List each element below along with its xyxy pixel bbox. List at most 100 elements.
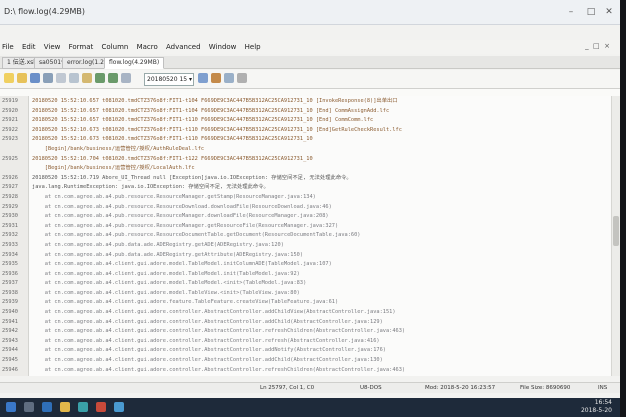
log-line[interactable]: 25941 at cn.com.agree.ab.a4.client.gui.a… [0, 318, 612, 328]
line-text: java.lang.RuntimeException: java.io.IOEx… [32, 184, 269, 191]
log-line[interactable]: 25932 at cn.com.agree.ab.a4.pub.resource… [0, 231, 612, 241]
find-icon[interactable] [121, 73, 131, 83]
cursor-position: Ln 25797, Col 1, C0 [260, 385, 315, 391]
line-number: 25936 [2, 270, 18, 277]
log-line[interactable]: 25925 20180520 15:52:10.704 t081020.tmdCT… [0, 155, 612, 165]
line-number: 25946 [2, 366, 18, 373]
line-text: [Begin]/bank/business/运营管控/授权/LocalAuth.… [32, 165, 195, 172]
messenger-icon[interactable] [114, 402, 124, 412]
print-icon[interactable] [43, 73, 53, 83]
monitor-bezel [620, 0, 626, 417]
desktop-screen: D:\ flow.log(4.29MB) – □ ✕ File Edit Vie… [0, 0, 620, 398]
start-icon[interactable] [6, 402, 16, 412]
close-button[interactable]: ✕ [600, 0, 618, 24]
new-file-icon[interactable] [4, 73, 14, 83]
browser-icon[interactable] [42, 402, 52, 412]
line-text: at cn.com.agree.ab.a4.pub.resource.Resou… [32, 213, 329, 220]
column-mode-icon[interactable] [211, 73, 221, 83]
line-text: at cn.com.agree.ab.a4.client.gui.adore.c… [32, 347, 386, 354]
line-text: at cn.com.agree.ab.a4.client.gui.adore.m… [32, 270, 300, 277]
line-text: 20180520 15:52:10.657 t081020.tmdCTZ376o… [32, 107, 390, 114]
log-line[interactable]: 25944 at cn.com.agree.ab.a4.client.gui.a… [0, 346, 612, 356]
line-text: 20180520 15:52:10.673 t081020.tmdCTZ376o… [32, 126, 402, 133]
text-editor[interactable]: 25919 20180520 15:52:10.657 t081020.tmdCT… [0, 96, 612, 376]
log-line[interactable]: 25938 at cn.com.agree.ab.a4.client.gui.a… [0, 289, 612, 299]
date-combo[interactable]: 20180520 15 ▾ [144, 73, 194, 86]
log-line[interactable]: 25936 at cn.com.agree.ab.a4.client.gui.a… [0, 270, 612, 280]
open-folder-icon[interactable] [17, 73, 27, 83]
editor-lines: 25919 20180520 15:52:10.657 t081020.tmdCT… [0, 97, 612, 376]
log-line[interactable]: 25928 at cn.com.agree.ab.a4.pub.resource… [0, 193, 612, 203]
minimize-button[interactable]: – [562, 0, 580, 24]
menu-format[interactable]: Format [69, 43, 94, 51]
log-line[interactable]: [Begin]/bank/business/运营管控/授权/LocalAuth.… [0, 164, 612, 174]
log-line[interactable]: 25926 20180520 15:52:10.719 Abore_UI_Thre… [0, 174, 612, 184]
insert-mode: INS [598, 385, 608, 391]
line-number: 25930 [2, 213, 18, 220]
log-line[interactable]: 25947 at cn.com.agree.ab.a4.client.gui.a… [0, 375, 612, 376]
menu-macro[interactable]: Macro [137, 43, 158, 51]
log-line[interactable]: 25923 20180520 15:52:10.673 t081020.tmdCT… [0, 135, 612, 145]
undo-icon[interactable] [95, 73, 105, 83]
word-wrap-icon[interactable] [198, 73, 208, 83]
cut-icon[interactable] [56, 73, 66, 83]
mdi-controls: _ □ × [585, 42, 610, 50]
line-number: 25941 [2, 318, 18, 325]
log-line[interactable]: [Begin]/bank/business/运营管控/授权/AuthRuleDe… [0, 145, 612, 155]
log-line[interactable]: 25933 at cn.com.agree.ab.a4.pub.data.ade… [0, 241, 612, 251]
save-icon[interactable] [30, 73, 40, 83]
vertical-scrollbar[interactable] [611, 96, 620, 376]
log-line[interactable]: 25921 20180520 15:52:10.657 t081020.tmdCT… [0, 116, 612, 126]
paste-icon[interactable] [82, 73, 92, 83]
settings-icon[interactable] [237, 73, 247, 83]
copy-icon[interactable] [69, 73, 79, 83]
line-number: 25932 [2, 232, 18, 239]
log-line[interactable]: 25945 at cn.com.agree.ab.a4.client.gui.a… [0, 356, 612, 366]
log-line[interactable]: 25940 at cn.com.agree.ab.a4.client.gui.a… [0, 308, 612, 318]
log-line[interactable]: 25922 20180520 15:52:10.673 t081020.tmdCT… [0, 126, 612, 136]
menu-window[interactable]: Window [209, 43, 237, 51]
maximize-button[interactable]: □ [582, 0, 600, 24]
mdi-minimize-button[interactable]: _ [585, 42, 589, 50]
mdi-restore-button[interactable]: □ [593, 42, 600, 50]
system-clock[interactable]: 16:54 2018-5-20 [581, 399, 612, 415]
line-text: at cn.com.agree.ab.a4.pub.resource.Resou… [32, 222, 339, 229]
scrollbar-thumb[interactable] [613, 216, 619, 246]
log-line[interactable]: 25946 at cn.com.agree.ab.a4.client.gui.a… [0, 366, 612, 376]
line-text: 20180520 15:52:10.673 t081020.tmdCTZ376o… [32, 136, 313, 143]
mdi-close-button[interactable]: × [604, 42, 610, 50]
app-icon[interactable] [78, 402, 88, 412]
log-line[interactable]: 25942 at cn.com.agree.ab.a4.client.gui.a… [0, 327, 612, 337]
log-line[interactable]: 25930 at cn.com.agree.ab.a4.pub.resource… [0, 212, 612, 222]
line-number: 25935 [2, 261, 18, 268]
tab-flow-log[interactable]: flow.log(4.29MB) [104, 57, 165, 69]
log-line[interactable]: 25920 20180520 15:52:10.657 t081020.tmdCT… [0, 107, 612, 117]
editor-app-icon[interactable] [96, 402, 106, 412]
menu-file[interactable]: File [2, 43, 14, 51]
menu-advanced[interactable]: Advanced [166, 43, 201, 51]
menu-column[interactable]: Column [102, 43, 129, 51]
line-text: at cn.com.agree.ab.a4.client.gui.adore.m… [32, 280, 307, 287]
log-line[interactable]: 25939 at cn.com.agree.ab.a4.client.gui.a… [0, 298, 612, 308]
log-line[interactable]: 25927 java.lang.RuntimeException: java.io… [0, 183, 612, 193]
log-line[interactable]: 25929 at cn.com.agree.ab.a4.pub.resource… [0, 203, 612, 213]
menu-edit[interactable]: Edit [22, 43, 36, 51]
log-line[interactable]: 25934 at cn.com.agree.ab.a4.pub.data.ade… [0, 251, 612, 261]
menu-view[interactable]: View [44, 43, 61, 51]
log-line[interactable]: 25935 at cn.com.agree.ab.a4.client.gui.a… [0, 260, 612, 270]
menu-help[interactable]: Help [245, 43, 261, 51]
line-number: 25943 [2, 337, 18, 344]
log-line[interactable]: 25937 at cn.com.agree.ab.a4.client.gui.a… [0, 279, 612, 289]
search-icon[interactable] [24, 402, 34, 412]
folder-icon[interactable] [60, 402, 70, 412]
log-line[interactable]: 25943 at cn.com.agree.ab.a4.client.gui.a… [0, 337, 612, 347]
line-number: 25921 [2, 117, 18, 124]
file-tab-bar: 1 伝送.xsl sa0501* error.log(1.23MB) flow.… [0, 56, 620, 69]
line-number: 25940 [2, 309, 18, 316]
log-line[interactable]: 25931 at cn.com.agree.ab.a4.pub.resource… [0, 222, 612, 232]
line-text: [Begin]/bank/business/运营管控/授权/AuthRuleDe… [32, 145, 205, 152]
redo-icon[interactable] [108, 73, 118, 83]
hex-mode-icon[interactable] [224, 73, 234, 83]
line-number: 25945 [2, 357, 18, 364]
log-line[interactable]: 25919 20180520 15:52:10.657 t081020.tmdCT… [0, 97, 612, 107]
